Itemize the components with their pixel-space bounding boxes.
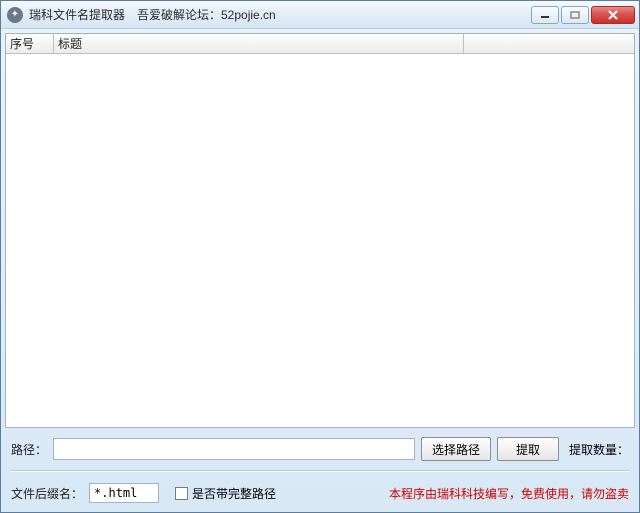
app-window: ✦ 瑞科文件名提取器 吾爱破解论坛：52pojie.cn 序号 标题 xyxy=(0,0,640,513)
extension-input[interactable] xyxy=(89,483,159,503)
ext-label: 文件后缀名： xyxy=(11,485,83,502)
col-index[interactable]: 序号 xyxy=(6,34,54,53)
window-controls xyxy=(531,6,635,24)
minimize-button[interactable] xyxy=(531,6,559,24)
col-title[interactable]: 标题 xyxy=(54,34,464,53)
close-button[interactable] xyxy=(591,6,635,24)
checkbox-box-icon xyxy=(175,487,188,500)
maximize-button[interactable] xyxy=(561,6,589,24)
fullpath-checkbox[interactable]: 是否带完整路径 xyxy=(175,485,276,502)
browse-button[interactable]: 选择路径 xyxy=(421,437,491,461)
count-label: 提取数量： xyxy=(565,441,629,458)
path-row: 路径： 选择路径 提取 提取数量： xyxy=(5,434,635,464)
credit-text: 本程序由瑞科科技编写，免费使用，请勿盗卖 xyxy=(389,485,629,502)
list-header: 序号 标题 xyxy=(6,34,634,54)
path-label: 路径： xyxy=(11,441,47,458)
app-icon: ✦ xyxy=(7,7,23,23)
extract-button[interactable]: 提取 xyxy=(497,437,559,461)
divider xyxy=(11,470,629,472)
col-extra[interactable] xyxy=(464,34,634,53)
list-body xyxy=(6,54,634,427)
file-list[interactable]: 序号 标题 xyxy=(5,33,635,428)
titlebar: ✦ 瑞科文件名提取器 吾爱破解论坛：52pojie.cn xyxy=(1,1,639,29)
client-area: 序号 标题 路径： 选择路径 提取 提取数量： 文件后缀名： 是否带完整路径 本… xyxy=(5,33,635,508)
window-title: 瑞科文件名提取器 吾爱破解论坛：52pojie.cn xyxy=(29,6,531,23)
fullpath-label: 是否带完整路径 xyxy=(192,485,276,502)
path-input[interactable] xyxy=(53,438,415,460)
options-row: 文件后缀名： 是否带完整路径 本程序由瑞科科技编写，免费使用，请勿盗卖 xyxy=(5,478,635,508)
